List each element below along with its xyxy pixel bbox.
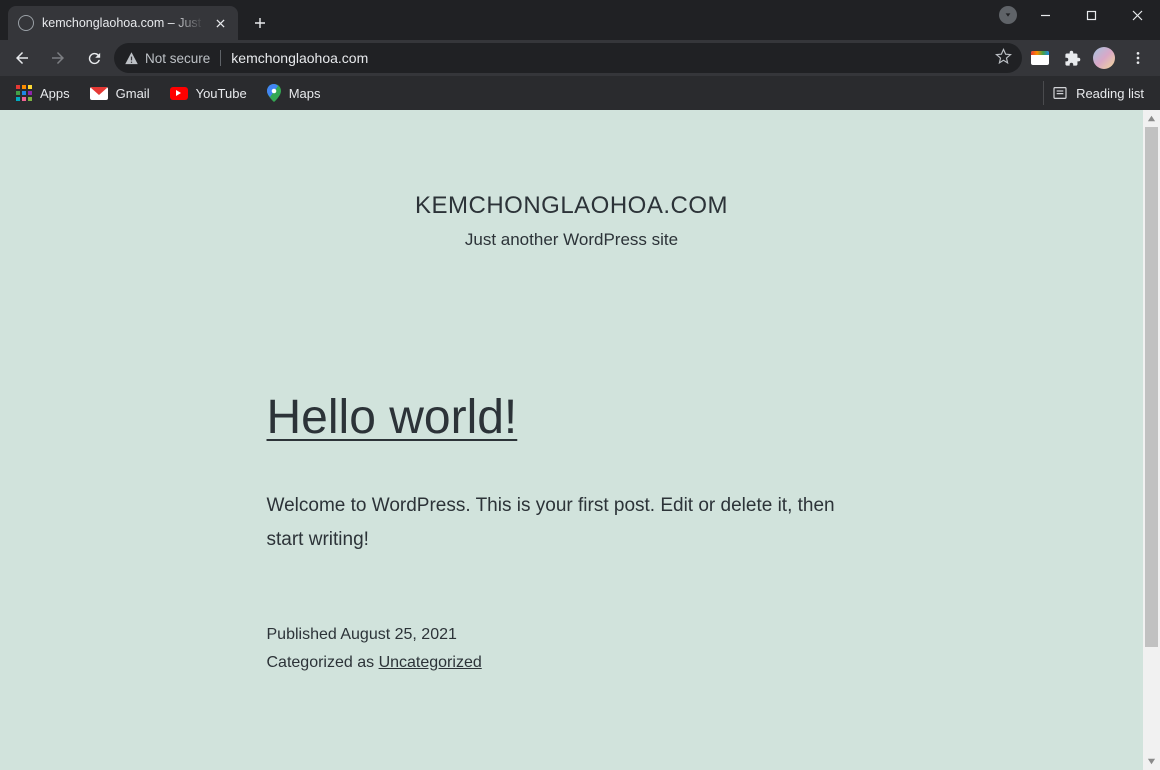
browser-tab[interactable]: kemchonglaohoa.com – Just another WordPr… (8, 6, 238, 40)
gmail-icon (90, 87, 108, 100)
bookmark-gmail[interactable]: Gmail (82, 82, 158, 105)
extensions-button[interactable] (1058, 44, 1086, 72)
profile-button[interactable] (1090, 44, 1118, 72)
viewport: KEMCHONGLAOHOA.COM Just another WordPres… (0, 110, 1160, 770)
post-category: Categorized as Uncategorized (267, 649, 877, 676)
menu-button[interactable] (1122, 42, 1154, 74)
puzzle-icon (1064, 50, 1081, 67)
categorized-label: Categorized as (267, 654, 379, 671)
scroll-up-button[interactable] (1143, 110, 1160, 127)
page-content: KEMCHONGLAOHOA.COM Just another WordPres… (0, 110, 1143, 770)
url-text: kemchonglaohoa.com (231, 50, 985, 66)
avatar-icon (1093, 47, 1115, 69)
titlebar: kemchonglaohoa.com – Just another WordPr… (0, 0, 1160, 40)
reading-list-label: Reading list (1076, 86, 1144, 101)
published-date: August 25, 2021 (340, 626, 457, 643)
bookmarks-bar: Apps Gmail YouTube Maps Reading list (0, 76, 1160, 110)
warning-icon (124, 51, 139, 66)
browser-toolbar: Not secure kemchonglaohoa.com (0, 40, 1160, 76)
post: Hello world! Welcome to WordPress. This … (267, 390, 877, 676)
minimize-button[interactable] (1022, 0, 1068, 30)
bookmark-apps[interactable]: Apps (8, 81, 78, 105)
calendar-icon (1031, 51, 1049, 65)
back-button[interactable] (6, 42, 38, 74)
bookmark-label: Apps (40, 86, 70, 101)
address-bar[interactable]: Not secure kemchonglaohoa.com (114, 43, 1022, 73)
bookmark-label: YouTube (196, 86, 247, 101)
apps-grid-icon (16, 85, 32, 101)
globe-icon (18, 15, 34, 31)
site-tagline: Just another WordPress site (0, 230, 1143, 250)
post-published: Published August 25, 2021 (267, 621, 877, 648)
scroll-down-button[interactable] (1143, 753, 1160, 770)
reading-list-button[interactable]: Reading list (1043, 81, 1152, 105)
scroll-track[interactable] (1143, 127, 1160, 753)
bookmark-star-button[interactable] (995, 48, 1012, 68)
scroll-thumb[interactable] (1145, 127, 1158, 647)
reading-list-icon (1052, 85, 1068, 101)
vertical-scrollbar[interactable] (1143, 110, 1160, 770)
window-controls (994, 0, 1160, 40)
bookmark-youtube[interactable]: YouTube (162, 82, 255, 105)
divider (220, 50, 221, 66)
bookmark-maps[interactable]: Maps (259, 80, 329, 106)
category-link[interactable]: Uncategorized (379, 654, 482, 671)
new-tab-button[interactable] (246, 9, 274, 37)
extension-calendar-button[interactable] (1026, 44, 1054, 72)
chevron-down-icon (999, 6, 1017, 24)
tab-close-button[interactable] (212, 15, 228, 31)
maps-icon (267, 84, 281, 102)
security-indicator[interactable]: Not secure (124, 51, 210, 66)
forward-button[interactable] (42, 42, 74, 74)
published-label: Published (267, 626, 341, 643)
window-close-button[interactable] (1114, 0, 1160, 30)
site-header: KEMCHONGLAOHOA.COM Just another WordPres… (0, 110, 1143, 250)
youtube-icon (170, 87, 188, 100)
reload-button[interactable] (78, 42, 110, 74)
post-excerpt: Welcome to WordPress. This is your first… (267, 489, 877, 557)
tab-strip: kemchonglaohoa.com – Just another WordPr… (0, 0, 994, 40)
site-title[interactable]: KEMCHONGLAOHOA.COM (0, 192, 1143, 220)
post-title-link[interactable]: Hello world! (267, 390, 518, 445)
security-label: Not secure (145, 51, 210, 66)
bookmark-label: Gmail (116, 86, 150, 101)
maximize-button[interactable] (1068, 0, 1114, 30)
tab-title: kemchonglaohoa.com – Just another WordPr… (42, 16, 204, 30)
tab-search-button[interactable] (994, 0, 1022, 30)
post-meta: Published August 25, 2021 Categorized as… (267, 621, 877, 675)
bookmark-label: Maps (289, 86, 321, 101)
kebab-icon (1130, 50, 1146, 66)
